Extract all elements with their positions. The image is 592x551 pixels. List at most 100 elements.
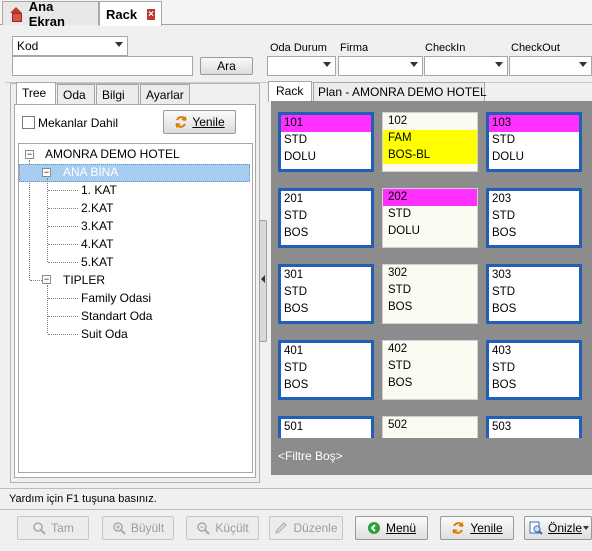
yenile-button-label: Yenile [470, 521, 503, 535]
room-type: STD [284, 286, 307, 298]
tree-node-kat-5[interactable]: 5.KAT [81, 255, 113, 269]
tree-node-family-odasi[interactable]: Family Odasi [81, 291, 151, 305]
room-card[interactable]: 203 STD BOS [486, 188, 582, 248]
tree-node-kat-2[interactable]: 2.KAT [81, 201, 113, 215]
onizle-button[interactable]: Önizle [524, 516, 592, 540]
edit-icon [275, 522, 288, 534]
right-tab-bar: Rack Plan - AMONRA DEMO HOTEL [268, 81, 592, 102]
search-input[interactable] [12, 56, 193, 76]
tab-bilgi[interactable]: Bilgi [96, 84, 139, 104]
menu-button-label: Menü [385, 521, 417, 535]
room-card[interactable]: 401 STD BOS [278, 340, 374, 400]
collapse-icon[interactable]: − [42, 275, 51, 284]
room-type: STD [284, 362, 307, 374]
tab-ayarlar[interactable]: Ayarlar [140, 84, 190, 104]
room-status: BOS [388, 377, 413, 389]
oda-durum-select[interactable] [267, 56, 336, 76]
room-card[interactable]: 301 STD BOS [278, 264, 374, 324]
room-type: STD [492, 286, 515, 298]
collapse-icon[interactable]: − [42, 168, 51, 177]
room-status: DOLU [284, 151, 316, 163]
tab-rack[interactable]: Rack × [99, 1, 162, 26]
room-number: 101 [281, 115, 371, 132]
tree-selection-highlight [19, 164, 250, 182]
room-number: 103 [489, 115, 579, 132]
room-status: DOLU [388, 225, 420, 237]
room-card[interactable]: 302 STD BOS [382, 264, 478, 324]
tab-ayarlar-label: Ayarlar [146, 88, 184, 102]
room-number: 402 [388, 343, 408, 355]
room-card[interactable]: 102 FAM BOS-BL [382, 112, 478, 172]
tam-button[interactable]: Tam [17, 516, 89, 540]
kucult-button[interactable]: Küçült [186, 516, 259, 540]
chevron-down-icon [115, 42, 123, 47]
tab-bilgi-label: Bilgi [102, 88, 125, 102]
collapse-left-icon [261, 275, 265, 283]
close-icon[interactable]: × [147, 8, 155, 20]
room-card[interactable]: 402 STD BOS [382, 340, 478, 400]
room-card[interactable]: 103 STD DOLU [486, 112, 582, 172]
tree-node-suit-oda[interactable]: Suit Oda [81, 327, 128, 341]
tree-node-ana-bina[interactable]: ANA BİNA [63, 165, 118, 179]
room-number: 301 [284, 269, 304, 281]
duzenle-button[interactable]: Düzenle [269, 516, 343, 540]
collapse-icon[interactable]: − [25, 150, 34, 159]
tab-oda[interactable]: Oda [57, 84, 95, 104]
room-number: 302 [388, 267, 408, 279]
tab-oda-label: Oda [63, 88, 86, 102]
tab-tree[interactable]: Tree [16, 82, 56, 104]
tree-node-kat-1[interactable]: 1. KAT [81, 183, 117, 197]
tab-ana-ekran[interactable]: Ana Ekran [2, 0, 99, 29]
menu-button[interactable]: Menü [355, 516, 428, 540]
kod-select[interactable]: Kod [12, 36, 128, 56]
kod-select-value: Kod [17, 39, 39, 53]
tab-rack-view[interactable]: Rack [268, 81, 312, 102]
room-card[interactable]: 201 STD BOS [278, 188, 374, 248]
ara-button-label: Ara [217, 59, 236, 73]
room-status: BOS [492, 379, 517, 391]
refresh-icon [175, 116, 188, 128]
ara-button[interactable]: Ara [200, 57, 253, 75]
tree-node-kat-3[interactable]: 3.KAT [81, 219, 113, 233]
yenile-button[interactable]: Yenile [440, 516, 514, 540]
tree-node-standart-oda[interactable]: Standart Oda [81, 309, 152, 323]
tab-plan-view[interactable]: Plan - AMONRA DEMO HOTEL [313, 82, 487, 101]
rack-grid: 101 STD DOLU 102 FAM BOS-BL 103 STD DOLU 201 STD BO… [271, 101, 592, 475]
room-type: STD [284, 134, 307, 146]
chevron-down-icon [495, 62, 503, 67]
print-preview-icon [529, 521, 543, 535]
checkin-date-select[interactable] [424, 56, 508, 76]
room-type: STD [388, 284, 411, 296]
room-type: STD [388, 208, 411, 220]
tree-yenile-label: Yenile [192, 115, 225, 129]
filter-status-bar: <Filtre Boş> [271, 438, 592, 475]
room-status: BOS [284, 227, 309, 239]
tree-view[interactable]: − AMONRA DEMO HOTEL − ANA BİNA 1. KAT 2.… [18, 143, 253, 473]
zoom-in-icon [113, 522, 126, 535]
room-card[interactable]: 303 STD BOS [486, 264, 582, 324]
mekanlar-dahil-checkbox[interactable] [22, 116, 35, 129]
room-number: 502 [388, 419, 408, 431]
tree-node-hotel[interactable]: AMONRA DEMO HOTEL [45, 147, 180, 161]
tree-node-tipler[interactable]: TIPLER [63, 273, 105, 287]
room-type: STD [492, 210, 515, 222]
room-number: 202 [383, 189, 477, 206]
buyult-button[interactable]: Büyült [102, 516, 174, 540]
refresh-icon [452, 522, 465, 534]
room-card[interactable]: 202 STD DOLU [382, 188, 478, 248]
checkout-date-select[interactable] [509, 56, 592, 76]
room-type: STD [492, 134, 515, 146]
room-card[interactable]: 101 STD DOLU [278, 112, 374, 172]
tree-yenile-button[interactable]: Yenile [163, 110, 236, 134]
tree-node-kat-4[interactable]: 4.KAT [81, 237, 113, 251]
dropdown-arrow-icon[interactable] [583, 526, 589, 530]
status-bar-text: Yardım için F1 tuşuna basınız. [9, 493, 157, 505]
firma-select[interactable] [338, 56, 423, 76]
checkout-label: CheckOut [511, 42, 560, 54]
panel-splitter[interactable] [259, 220, 267, 342]
room-card[interactable]: 403 STD BOS [486, 340, 582, 400]
room-status: DOLU [492, 151, 524, 163]
firma-label: Firma [340, 42, 369, 54]
chevron-down-icon [323, 62, 331, 67]
buyult-button-label: Büyült [130, 521, 165, 535]
